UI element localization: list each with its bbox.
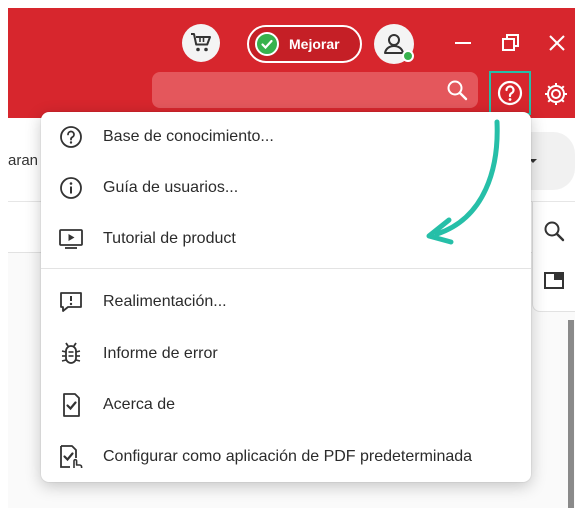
restore-button[interactable]: [496, 28, 526, 58]
close-icon: [549, 35, 565, 51]
menu-item-label: Tutorial de product: [103, 230, 236, 247]
settings-button[interactable]: [540, 78, 572, 110]
menu-item-label: Guía de usuarios...: [103, 179, 239, 196]
minimize-button[interactable]: [448, 28, 478, 58]
menu-item-label: Configurar como aplicación de PDF predet…: [103, 448, 473, 465]
restore-icon: [502, 34, 519, 51]
menu-item-bug-report[interactable]: Informe de error: [41, 330, 531, 378]
about-icon: [58, 392, 84, 418]
upgrade-label: Mejorar: [289, 36, 340, 52]
upgrade-button[interactable]: Mejorar: [247, 25, 362, 63]
toolbar-partial-label: aran: [8, 152, 39, 169]
side-tools-panel: [532, 202, 575, 312]
search-icon[interactable]: [446, 79, 468, 106]
menu-item-set-default-pdf-app[interactable]: Configurar como aplicación de PDF predet…: [41, 433, 531, 481]
minimize-icon: [455, 42, 471, 44]
cart-icon: [191, 33, 211, 52]
info-circle-icon: [58, 175, 84, 201]
panel-window-icon[interactable]: [543, 270, 565, 297]
menu-item-about[interactable]: Acerca de: [41, 381, 531, 429]
menu-divider: [41, 268, 531, 269]
menu-item-label: Realimentación...: [103, 293, 227, 310]
close-button[interactable]: [542, 28, 572, 58]
bug-icon: [58, 341, 84, 367]
help-icon: [497, 80, 523, 106]
menu-item-label: Acerca de: [103, 396, 176, 413]
menu-item-label: Base de conocimiento...: [103, 128, 274, 145]
cart-button[interactable]: [182, 24, 220, 62]
search-field[interactable]: [152, 72, 478, 108]
menu-item-label: Informe de error: [103, 345, 218, 362]
panel-search-icon[interactable]: [543, 220, 565, 247]
online-status-dot: [402, 50, 414, 62]
scrollbar[interactable]: [568, 320, 574, 508]
default-app-icon: [58, 444, 84, 470]
check-icon: [255, 32, 279, 56]
gear-icon: [545, 83, 567, 105]
video-play-icon: [58, 226, 84, 252]
feedback-icon: [58, 289, 84, 315]
menu-item-feedback[interactable]: Realimentación...: [41, 278, 531, 326]
annotation-arrow-icon: [426, 119, 500, 245]
help-button[interactable]: [489, 71, 531, 115]
user-avatar-button[interactable]: [374, 24, 414, 64]
question-circle-icon: [58, 124, 84, 150]
